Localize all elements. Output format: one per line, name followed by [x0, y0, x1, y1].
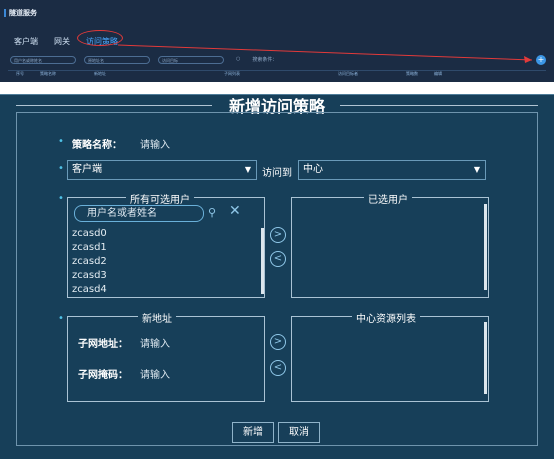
- list-item[interactable]: zcasd4: [72, 283, 262, 295]
- source-type-select[interactable]: 客户端 ▼: [67, 160, 257, 180]
- filter-source[interactable]: 原地址名: [84, 56, 150, 64]
- caret-down-icon: ▼: [244, 165, 251, 174]
- list-item[interactable]: zcasd0: [72, 227, 262, 241]
- search-icon[interactable]: ⚲: [208, 206, 216, 219]
- move-left-button[interactable]: <: [270, 251, 286, 267]
- available-users-list: zcasd0 zcasd1 zcasd2 zcasd3 zcasd4: [72, 227, 262, 295]
- policy-name-label: 策略名称：: [72, 140, 122, 151]
- col-index: 序号: [16, 71, 24, 76]
- add-icon[interactable]: +: [536, 55, 546, 65]
- subnet-mask-input[interactable]: 请输入: [140, 366, 170, 381]
- center-resources-box: 中心资源列表: [291, 310, 489, 402]
- access-to-label: 访问到: [262, 168, 292, 179]
- tab-gateway[interactable]: 网关: [54, 36, 70, 47]
- move-right-button[interactable]: >: [270, 227, 286, 243]
- add-left-button[interactable]: <: [270, 360, 286, 376]
- col-edit: 编辑: [434, 71, 442, 76]
- col-policy-count: 策略数: [406, 71, 418, 76]
- selected-scrollbar[interactable]: [484, 204, 487, 290]
- highlight-circle: [77, 30, 123, 46]
- new-address-box: 新地址: [67, 310, 265, 402]
- required-dot: •: [58, 313, 64, 324]
- user-search-input[interactable]: 用户名或者姓名: [74, 205, 204, 222]
- add-right-button[interactable]: >: [270, 334, 286, 350]
- search-icon[interactable]: ○: [236, 56, 240, 64]
- subnet-address-input[interactable]: 请输入: [140, 335, 170, 350]
- required-dot: •: [58, 136, 64, 147]
- col-access-target: 访问目标者: [338, 71, 358, 76]
- filter-target[interactable]: 访问目标: [158, 56, 224, 64]
- policy-name-input[interactable]: 请输入: [140, 136, 170, 151]
- subnet-mask-label: 子网掩码：: [78, 370, 128, 381]
- available-users-title: 所有可选用户: [126, 191, 194, 206]
- target-type-select[interactable]: 中心 ▼: [298, 160, 486, 180]
- users-scrollbar[interactable]: [261, 228, 264, 294]
- add-button[interactable]: 新增: [232, 422, 274, 443]
- center-resources-title: 中心资源列表: [352, 310, 420, 325]
- search-label: 搜索条件：: [252, 57, 278, 63]
- subnet-address-label: 子网地址：: [78, 339, 128, 350]
- list-item[interactable]: zcasd3: [72, 269, 262, 283]
- resources-scrollbar[interactable]: [484, 322, 487, 394]
- close-icon[interactable]: ✕: [229, 204, 241, 218]
- required-dot: •: [58, 163, 64, 174]
- table-header: 序号 策略名称 新地址 子网列表 访问目标者 策略数 编辑: [8, 70, 546, 77]
- source-type-value: 客户端: [72, 164, 102, 175]
- target-type-value: 中心: [303, 164, 323, 175]
- filter-bar: 用户名或称姓名 原地址名 访问目标 ○ 搜索条件：: [10, 56, 277, 64]
- highlight-arrow: [118, 44, 533, 63]
- selected-users-box: 已选用户: [291, 191, 489, 298]
- tab-client[interactable]: 客户端: [14, 36, 38, 47]
- page-title: 隧道服务: [4, 9, 37, 17]
- filter-username[interactable]: 用户名或称姓名: [10, 56, 76, 64]
- list-item[interactable]: zcasd2: [72, 255, 262, 269]
- col-new-address: 新地址: [94, 71, 106, 76]
- caret-down-icon: ▼: [473, 165, 480, 174]
- new-address-title: 新地址: [138, 310, 176, 325]
- selected-users-title: 已选用户: [364, 191, 412, 206]
- required-dot: •: [58, 193, 64, 204]
- background-page: 隧道服务 客户端 网关 访问策略 用户名或称姓名 原地址名 访问目标 ○ 搜索条…: [0, 0, 554, 82]
- col-subnet-list: 子网列表: [224, 71, 240, 76]
- list-item[interactable]: zcasd1: [72, 241, 262, 255]
- cancel-button[interactable]: 取消: [278, 422, 320, 443]
- col-policy-name: 策略名称: [40, 71, 56, 76]
